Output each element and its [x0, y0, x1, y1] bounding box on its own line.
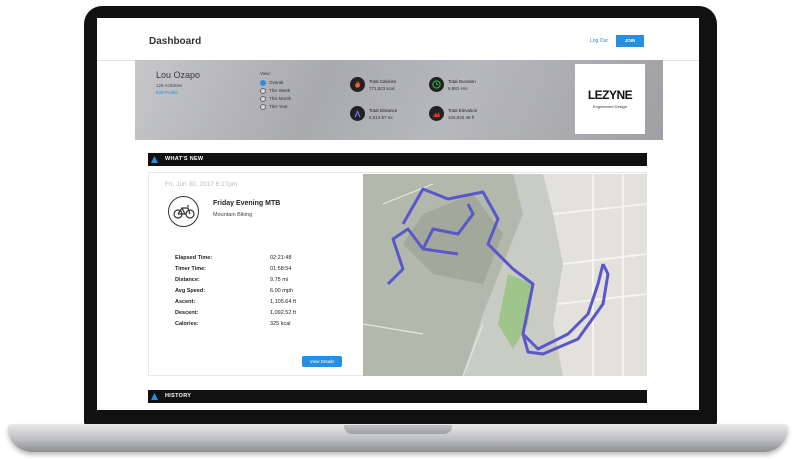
metric-value: 325 kcal	[270, 321, 291, 327]
stat-title-elevation: Total Elevation	[448, 108, 478, 113]
page-title: Dashboard	[149, 36, 202, 47]
metric-value: 1,092.52 ft	[270, 310, 296, 316]
clock-icon	[429, 77, 444, 92]
edit-profile-link[interactable]: Edit Profile	[156, 90, 178, 95]
radio-this-week[interactable]	[260, 88, 266, 94]
route-map[interactable]	[363, 174, 647, 376]
metric-value: 02:21:48	[270, 255, 292, 261]
flame-icon	[350, 77, 365, 92]
dashboard-screen: Dashboard Log Out JOIN Lou Ozapo 128 Act…	[97, 18, 699, 410]
activity-card: Fri, Jun 30, 2017 6:17pm Friday Evening …	[148, 172, 647, 376]
stat-title-distance: Total Distance	[369, 108, 398, 113]
elevation-icon	[429, 106, 444, 121]
history-header: HISTORY	[148, 390, 647, 403]
user-subline: 128 Activities	[156, 83, 183, 88]
radio-this-month[interactable]	[260, 96, 266, 102]
radio-overall[interactable]	[260, 80, 266, 86]
metric-label: Timer Time:	[175, 266, 206, 272]
bike-icon	[168, 196, 199, 227]
view-label: View:	[260, 71, 271, 76]
section-triangle-icon	[151, 156, 158, 163]
section-triangle-icon	[151, 393, 158, 400]
stat-title-duration: Total Duration	[448, 79, 476, 84]
activity-name: Friday Evening MTB	[213, 200, 281, 207]
top-bar: Dashboard Log Out JOIN	[97, 18, 699, 61]
radio-label-this-month: This Month	[269, 96, 292, 101]
metric-value: 9.75 mi	[270, 277, 289, 283]
brand-logo: LEZYNE	[587, 88, 633, 102]
history-label: HISTORY	[165, 393, 192, 399]
logout-link[interactable]: Log Out	[590, 38, 608, 44]
user-name: Lou Ozapo	[156, 70, 201, 80]
laptop-notch	[344, 425, 452, 434]
stat-value-calories: 771,823 kcal	[369, 86, 395, 91]
metric-label: Distance:	[175, 277, 200, 283]
radio-label-this-week: This Week	[269, 88, 291, 93]
stat-value-duration: 6,981 Hrs	[448, 86, 468, 91]
stat-value-elevation: 325,826.49 ft	[448, 115, 475, 120]
join-button[interactable]: JOIN	[616, 35, 644, 47]
brand-logo-card: LEZYNE Engineered Design	[575, 64, 645, 134]
metric-value: 6.00 mph	[270, 288, 293, 294]
metric-label: Avg Speed:	[175, 288, 206, 294]
metric-label: Descent:	[175, 310, 199, 316]
profile-summary: Lou Ozapo 128 Activities Edit Profile Vi…	[135, 60, 663, 140]
view-details-button[interactable]: View Details	[302, 356, 342, 367]
activity-date: Fri, Jun 30, 2017 6:17pm	[165, 181, 238, 188]
stat-title-calories: Total Calories	[369, 79, 397, 84]
metric-label: Calories:	[175, 321, 199, 327]
radio-this-year[interactable]	[260, 104, 266, 110]
whats-new-label: WHAT'S NEW	[165, 156, 204, 162]
metric-value: 01:58:54	[270, 266, 292, 272]
whats-new-header: WHAT'S NEW	[148, 153, 647, 166]
metric-label: Ascent:	[175, 299, 196, 305]
distance-icon	[350, 106, 365, 121]
stat-value-distance: 6,513.87 mi	[369, 115, 393, 120]
metric-label: Elapsed Time:	[175, 255, 213, 261]
radio-label-this-year: This Year	[269, 104, 288, 109]
brand-tagline: Engineered Design	[592, 104, 628, 109]
activity-type: Mountain Biking	[213, 212, 253, 218]
metric-value: 1,105.64 ft	[270, 299, 296, 305]
radio-label-overall: Overall	[269, 80, 284, 85]
